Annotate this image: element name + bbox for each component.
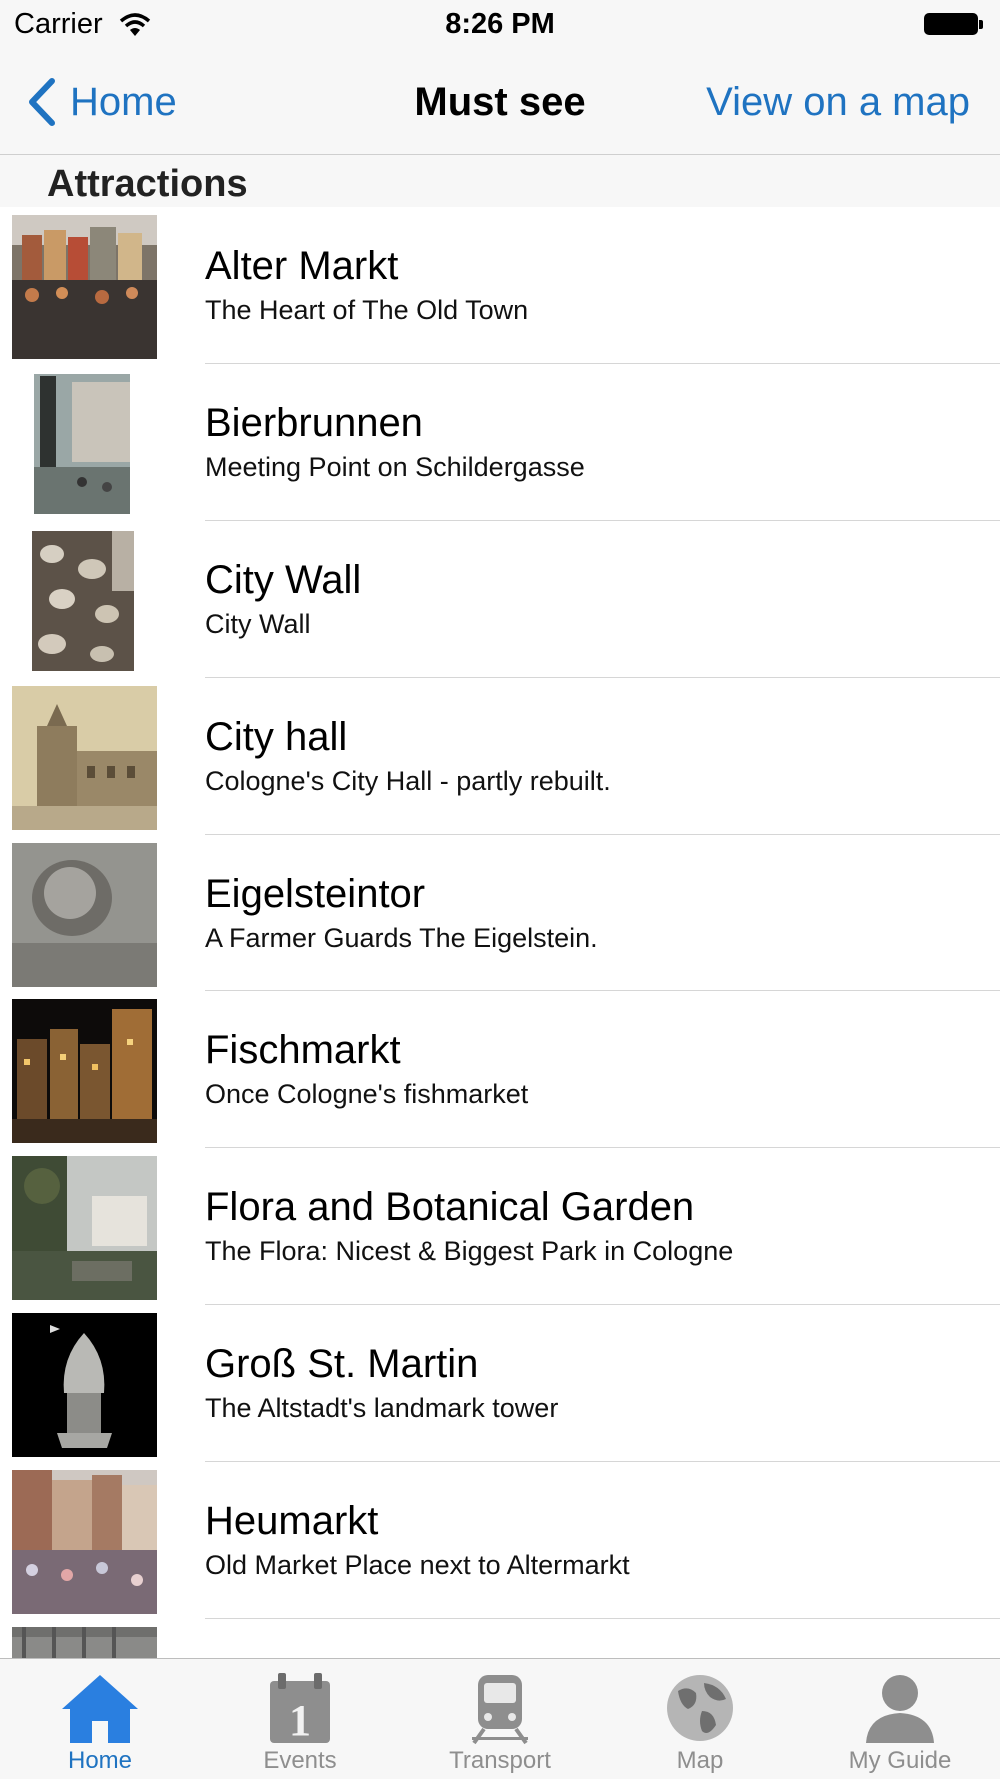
home-icon: [62, 1675, 138, 1743]
list-item-subtitle: A Farmer Guards The Eigelstein.: [205, 922, 598, 953]
list-item-title: Groß St. Martin: [205, 1342, 479, 1387]
tab-my-guide[interactable]: My Guide: [800, 1659, 1000, 1779]
list-item-subtitle: The Heart of The Old Town: [205, 295, 529, 325]
tab-bar: Home 1 Events Transport Map My Guide: [0, 1658, 1000, 1779]
list-item-subtitle: Cologne's City Hall - partly rebuilt.: [205, 765, 611, 796]
thumbnail-image: [12, 215, 157, 359]
list-item-title: Flora and Botanical Garden: [205, 1185, 695, 1230]
tab-home[interactable]: Home: [0, 1659, 200, 1779]
list-item-city-hall[interactable]: City hall Cologne's City Hall - partly r…: [0, 678, 1000, 835]
battery-icon: [924, 13, 986, 39]
list-item-title: Alter Markt: [205, 244, 399, 288]
calendar-icon: 1: [270, 1673, 330, 1745]
thumbnail-image: [12, 1470, 157, 1615]
list-item-partial[interactable]: [0, 1619, 1000, 1658]
section-title: Attractions: [47, 163, 248, 205]
list-item-subtitle: Once Cologne's fishmarket: [205, 1079, 529, 1110]
list-item-fischmarkt[interactable]: Fischmarkt Once Cologne's fishmarket: [0, 991, 1000, 1149]
tab-transport[interactable]: Transport: [400, 1659, 600, 1779]
list-item-title: Bierbrunnen: [205, 400, 423, 445]
navigation-bar: Home Must see View on a map: [0, 50, 1000, 155]
thumbnail-image: [12, 1627, 157, 1658]
view-on-map-button[interactable]: View on a map: [706, 80, 970, 125]
thumbnail-image: [12, 685, 157, 830]
tab-events[interactable]: 1 Events: [200, 1659, 400, 1779]
list-item-subtitle: Old Market Place next to Altermarkt: [205, 1550, 630, 1581]
list-item-title: Heumarkt: [205, 1499, 379, 1544]
list-item-title: City Wall: [205, 557, 362, 602]
thumbnail-image: [12, 1156, 157, 1301]
thumbnail-image: [12, 371, 157, 516]
attractions-list[interactable]: Alter Markt The Heart of The Old Town Bi…: [0, 207, 1000, 1658]
train-icon: [472, 1675, 528, 1745]
tab-label: Home: [67, 1747, 133, 1774]
list-item-heumarkt[interactable]: Heumarkt Old Market Place next to Alterm…: [0, 1462, 1000, 1620]
person-icon: [866, 1675, 934, 1743]
tab-label: My Guide: [848, 1747, 952, 1774]
list-item-title: Fischmarkt: [205, 1028, 401, 1073]
tab-label: Events: [263, 1747, 337, 1774]
list-item-eigelsteintor[interactable]: Eigelsteintor A Farmer Guards The Eigels…: [0, 835, 1000, 992]
status-bar: Carrier 8:26 PM: [0, 0, 1000, 50]
list-item-bierbrunnen[interactable]: Bierbrunnen Meeting Point on Schildergas…: [0, 364, 1000, 521]
thumbnail-image: [12, 842, 157, 987]
list-item-subtitle: The Altstadt's landmark tower: [205, 1393, 559, 1424]
list-item-alter-markt[interactable]: Alter Markt The Heart of The Old Town: [0, 207, 1000, 364]
list-item-city-wall[interactable]: City Wall City Wall: [0, 521, 1000, 678]
list-item-title: Eigelsteintor: [205, 871, 426, 916]
list-item-gross-st-martin[interactable]: Groß St. Martin The Altstadt's landmark …: [0, 1305, 1000, 1463]
list-item-subtitle: The Flora: Nicest & Biggest Park in Colo…: [205, 1236, 734, 1267]
globe-icon: [667, 1675, 733, 1741]
clock: 8:26 PM: [445, 8, 555, 40]
list-item-subtitle: Meeting Point on Schildergasse: [205, 451, 585, 482]
tab-label: Transport: [449, 1747, 551, 1774]
list-item-flora[interactable]: Flora and Botanical Garden The Flora: Ni…: [0, 1148, 1000, 1306]
list-item-subtitle: City Wall: [205, 608, 311, 639]
tab-label: Map: [676, 1747, 724, 1774]
tab-map[interactable]: Map: [600, 1659, 800, 1779]
list-item-title: City hall: [205, 714, 348, 759]
thumbnail-image: [12, 1313, 157, 1458]
thumbnail-image: [12, 528, 157, 673]
svg-text:1: 1: [289, 1696, 311, 1745]
thumbnail-image: [12, 999, 157, 1144]
section-header: Attractions: [0, 155, 1000, 207]
